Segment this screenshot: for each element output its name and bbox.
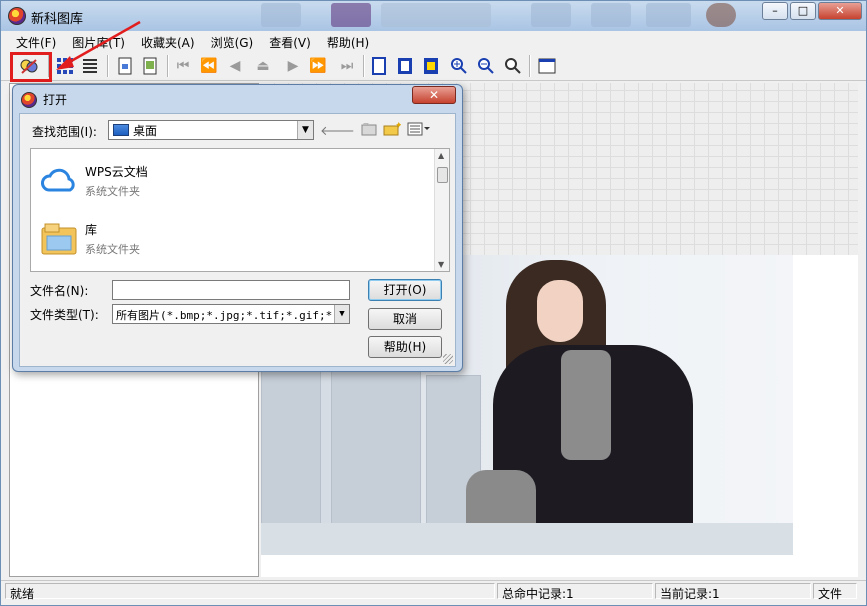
scroll-thumb[interactable] (437, 167, 448, 183)
title-bar-background (261, 3, 741, 27)
doc-icon[interactable] (113, 54, 137, 78)
new-folder-icon[interactable]: ✦ (383, 121, 403, 140)
dialog-title: 打开 (43, 93, 68, 107)
filename-label: 文件名(N): (30, 284, 89, 298)
last-icon[interactable]: ⏭ (335, 54, 359, 78)
zoom-icon[interactable] (501, 54, 525, 78)
open-dialog: 打开 ✕ 查找范围(I): 桌面 ▼ 🡐 ✦ WPS云文档 系统文件夹 库 系统… (12, 84, 463, 372)
doc2-icon[interactable] (138, 54, 162, 78)
menu-view[interactable]: 查看(V) (262, 31, 318, 51)
view-menu-icon[interactable] (407, 122, 431, 140)
main-scrollbar[interactable] (858, 83, 866, 577)
library-folder-icon (41, 223, 77, 255)
chevron-down-icon[interactable]: ▼ (334, 305, 349, 323)
cancel-button[interactable]: 取消 (368, 308, 442, 330)
look-in-value: 桌面 (133, 123, 158, 138)
filename-input[interactable] (112, 280, 350, 300)
dialog-app-icon (21, 91, 37, 108)
prev-fast-icon[interactable]: ⏪ (197, 54, 221, 78)
page-b-icon[interactable] (393, 54, 417, 78)
chevron-down-icon[interactable]: ▼ (297, 121, 313, 139)
look-in-label: 查找范围(I): (32, 125, 97, 139)
title-bar[interactable]: 新科图库 – □ ✕ (1, 1, 866, 31)
zoom-in-icon[interactable] (447, 54, 471, 78)
up-folder-icon[interactable] (361, 122, 377, 140)
list-item[interactable]: WPS云文档 系统文件夹 (41, 163, 148, 199)
stop-icon[interactable]: ⏏ (251, 54, 275, 78)
list-scrollbar[interactable]: ▲ ▼ (434, 149, 449, 271)
list-item[interactable]: 库 系统文件夹 (41, 221, 140, 257)
page-c-icon[interactable] (419, 54, 443, 78)
window-title: 新科图库 (31, 12, 84, 27)
first-icon[interactable]: ⏮ (171, 54, 195, 78)
filetype-label: 文件类型(T): (30, 308, 99, 322)
svg-text:✦: ✦ (395, 122, 401, 131)
menu-browse[interactable]: 浏览(G) (204, 31, 261, 51)
dialog-title-bar[interactable]: 打开 (21, 91, 67, 108)
dialog-body: 查找范围(I): 桌面 ▼ 🡐 ✦ WPS云文档 系统文件夹 库 系统文件夹 ▲… (19, 113, 456, 367)
status-mode: 文件 (813, 583, 857, 601)
menu-file[interactable]: 文件(F) (9, 31, 63, 51)
page-icon[interactable] (367, 54, 391, 78)
toolbar: ⏮ ⏪ ◀ ⏏ ▶ ⏩ ⏭ (1, 51, 866, 81)
back-icon[interactable]: 🡐 (320, 123, 355, 139)
thumbnails-icon[interactable] (53, 54, 77, 78)
item-type: 系统文件夹 (85, 185, 140, 198)
help-button[interactable]: 帮助(H) (368, 336, 442, 358)
filetype-value: 所有图片(*.bmp;*.jpg;*.tif;*.gif;*.p (116, 309, 346, 322)
status-total-records: 总命中记录:1 (497, 583, 653, 601)
app-icon (8, 7, 26, 25)
item-type: 系统文件夹 (85, 243, 140, 256)
filetype-select[interactable]: 所有图片(*.bmp;*.jpg;*.tif;*.gif;*.p ▼ (112, 304, 350, 324)
dialog-close-button[interactable]: ✕ (412, 86, 456, 104)
item-name: WPS云文档 (85, 165, 148, 179)
desktop-icon (113, 124, 129, 136)
file-list[interactable]: WPS云文档 系统文件夹 库 系统文件夹 ▲ ▼ (30, 148, 450, 272)
minimize-button[interactable]: – (762, 2, 788, 20)
status-ready: 就绪 (5, 583, 495, 601)
resize-grip[interactable] (443, 354, 453, 364)
status-bar: 就绪 总命中记录:1 当前记录:1 文件 (1, 580, 866, 601)
close-button[interactable]: ✕ (818, 2, 862, 20)
maximize-button[interactable]: □ (790, 2, 816, 20)
zoom-out-icon[interactable] (474, 54, 498, 78)
open-button[interactable]: 打开(O) (368, 279, 442, 301)
status-current-record: 当前记录:1 (655, 583, 811, 601)
prev-icon[interactable]: ◀ (223, 54, 247, 78)
cloud-icon (41, 168, 75, 192)
list-view-icon[interactable] (78, 54, 102, 78)
menu-favorites[interactable]: 收藏夹(A) (134, 31, 202, 51)
item-name: 库 (85, 223, 98, 237)
menu-gallery[interactable]: 图片库(T) (65, 31, 132, 51)
next-fast-icon[interactable]: ⏩ (306, 54, 330, 78)
menu-bar: 文件(F) 图片库(T) 收藏夹(A) 浏览(G) 查看(V) 帮助(H) (1, 31, 866, 51)
menu-help[interactable]: 帮助(H) (320, 31, 376, 51)
look-in-combo[interactable]: 桌面 ▼ (108, 120, 314, 140)
screen-icon[interactable] (535, 54, 559, 78)
highlight-box (10, 52, 52, 82)
next-icon[interactable]: ▶ (281, 54, 305, 78)
